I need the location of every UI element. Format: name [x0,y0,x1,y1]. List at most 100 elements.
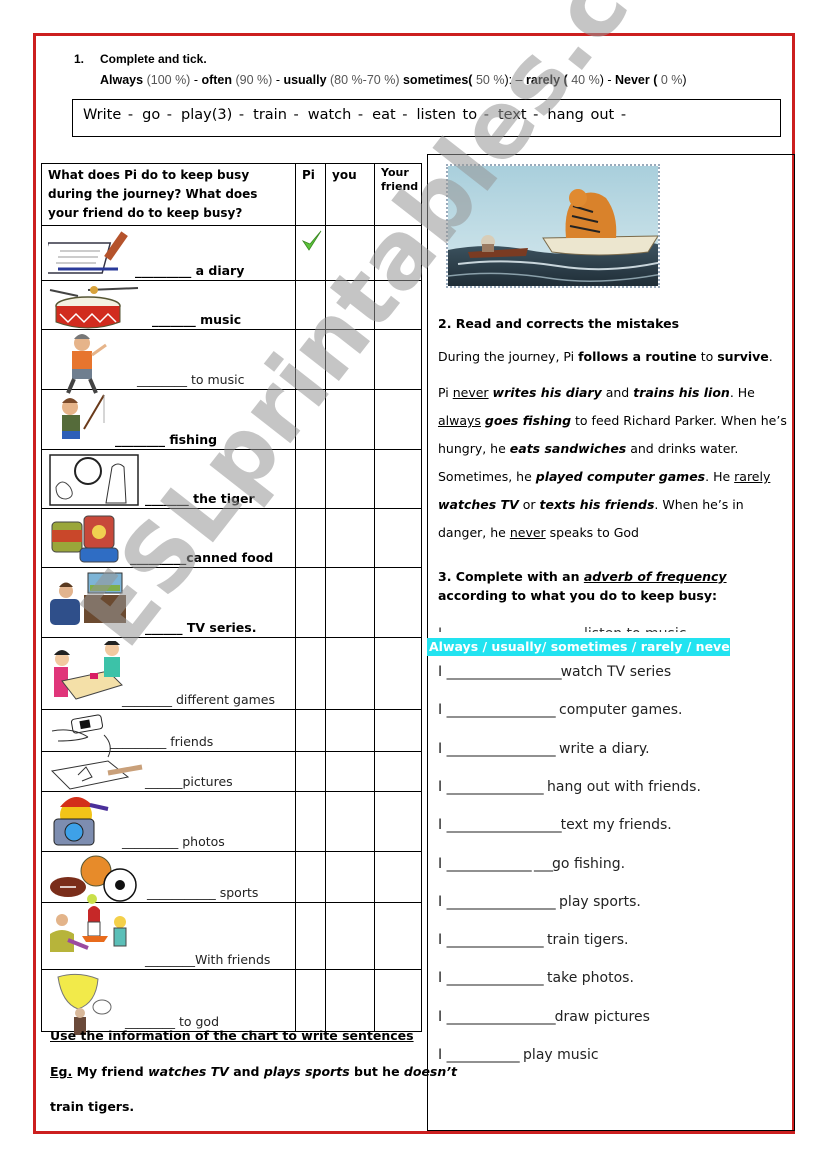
task3-title: 3. Complete with an adverb of frequency … [438,567,788,605]
answer-blank[interactable]: __________________ [447,702,556,718]
activity-cell: _________ photos [41,791,296,852]
sentence-rest: hang out with friends. [542,779,701,795]
tick-cell-pi[interactable] [295,280,326,330]
sentence-subject: I [438,970,447,986]
tick-cell-pi[interactable] [295,389,326,450]
fill-in-sentence: I ________________ train tigers. [438,932,628,948]
tick-cell-pi[interactable] [295,902,326,970]
table-row: _______ the tiger [41,449,422,509]
frequency-adverb: rarely [734,469,771,484]
activity-cell: ______ TV series. [41,567,296,638]
tick-cell-friend[interactable] [374,567,422,638]
frequency-word: Always [100,73,144,87]
answer-blank[interactable]: ___________________ [447,664,562,680]
mistake-phrase: watches TV [438,497,519,512]
tick-cell-pi[interactable] [295,449,326,509]
tick-cell-pi[interactable] [295,791,326,852]
word-bank-item: text - [497,107,539,123]
tick-cell-you[interactable] [325,329,375,390]
tick-cell-you[interactable] [325,449,375,509]
col-header-you: you [325,163,375,226]
tick-cell-friend[interactable] [374,508,422,568]
example-sentence-line2: train tigers. [50,1099,135,1114]
tick-cell-you[interactable] [325,751,375,792]
tick-cell-you[interactable] [325,389,375,450]
tick-cell-friend[interactable] [374,969,422,1032]
answer-blank[interactable]: ___________________ [447,817,562,833]
tick-cell-you[interactable] [325,637,375,710]
tick-cell-you[interactable] [325,225,375,281]
answer-blank[interactable]: ________________ [447,779,544,795]
tick-cell-pi[interactable] [295,637,326,710]
tick-cell-pi[interactable] [295,567,326,638]
mistake-phrase: texts his friends [539,497,655,512]
tick-cell-you[interactable] [325,969,375,1032]
example-part: and [228,1064,264,1079]
sentence-subject: I [438,741,447,757]
tick-cell-pi[interactable] [295,969,326,1032]
fill-in-sentence: I ___________________text my friends. [438,817,672,833]
task3-title-prefix: 3. Complete with an [438,569,584,584]
tick-cell-pi[interactable] [295,329,326,390]
tick-cell-friend[interactable] [374,225,422,281]
tick-cell-friend[interactable] [374,791,422,852]
tick-cell-friend[interactable] [374,902,422,970]
tick-cell-pi[interactable] [295,709,326,752]
fill-in-sentence: I ______________ ___go fishing. [438,856,625,872]
answer-blank[interactable]: __________________ [447,741,556,757]
tick-cell-friend[interactable] [374,637,422,710]
activity-phrase: _______ the tiger [145,491,255,506]
text-run: to [696,349,718,364]
mistake-phrase: eats sandwiches [509,441,627,456]
table-question: What does Pi do to keep busy during the … [41,163,296,226]
sentence-subject: I [438,1009,447,1025]
tick-cell-friend[interactable] [374,851,422,903]
tick-cell-you[interactable] [325,791,375,852]
table-header-row: What does Pi do to keep busy during the … [41,163,422,226]
answer-blank[interactable]: ______________ ___ [447,856,553,872]
answer-blank[interactable]: ________________ [447,970,544,986]
frequency-separator: - [190,73,202,87]
sentence-subject: I [438,664,447,680]
text-run: or [518,497,540,512]
answer-blank[interactable]: __________________ [447,894,556,910]
tick-cell-pi[interactable] [295,751,326,792]
frequency-separator: ): – [504,73,526,87]
activity-phrase: _________canned food [130,550,274,565]
tick-cell-friend[interactable] [374,329,422,390]
tick-cell-you[interactable] [325,508,375,568]
tick-cell-friend[interactable] [374,389,422,450]
tick-cell-you[interactable] [325,851,375,903]
tick-cell-friend[interactable] [374,280,422,330]
tick-cell-friend[interactable] [374,449,422,509]
word-bank-item: watch - [307,107,364,123]
activity-phrase: ________With friends [145,952,271,967]
frequency-adverb: never [452,385,489,400]
answer-blank[interactable]: __________________ [447,1009,556,1025]
friends-hangout-icon [50,906,127,952]
table-row: ___________ sports [41,851,422,904]
sentence-subject: I [438,894,447,910]
tick-cell-friend[interactable] [374,709,422,752]
sentence-subject: I [438,856,447,872]
tick-cell-pi[interactable] [295,508,326,568]
answer-blank[interactable]: ____________ [447,1047,520,1063]
fill-in-sentence: I ________________ take photos. [438,970,634,986]
tick-cell-you[interactable] [325,567,375,638]
tick-cell-you[interactable] [325,902,375,970]
tick-cell-pi[interactable] [295,225,326,281]
tick-cell-pi[interactable] [295,851,326,903]
frequency-word: Never ( [614,73,658,87]
table-row: ________ fishing [41,389,422,450]
tiger-trainer-icon [49,454,139,506]
tick-cell-you[interactable] [325,709,375,752]
activity-cell: ________With friends [41,902,296,970]
activity-phrase: ________ fishing [115,432,218,447]
tick-cell-you[interactable] [325,280,375,330]
table-row: _______ music [41,280,422,330]
sentence-subject: I [438,817,447,833]
answer-blank[interactable]: ________________ [447,932,544,948]
tick-cell-friend[interactable] [374,751,422,792]
task3-title-emphasis: adverb of frequency [583,569,727,584]
partially-hidden-sentence: I ___________________ listen to music [438,626,738,632]
